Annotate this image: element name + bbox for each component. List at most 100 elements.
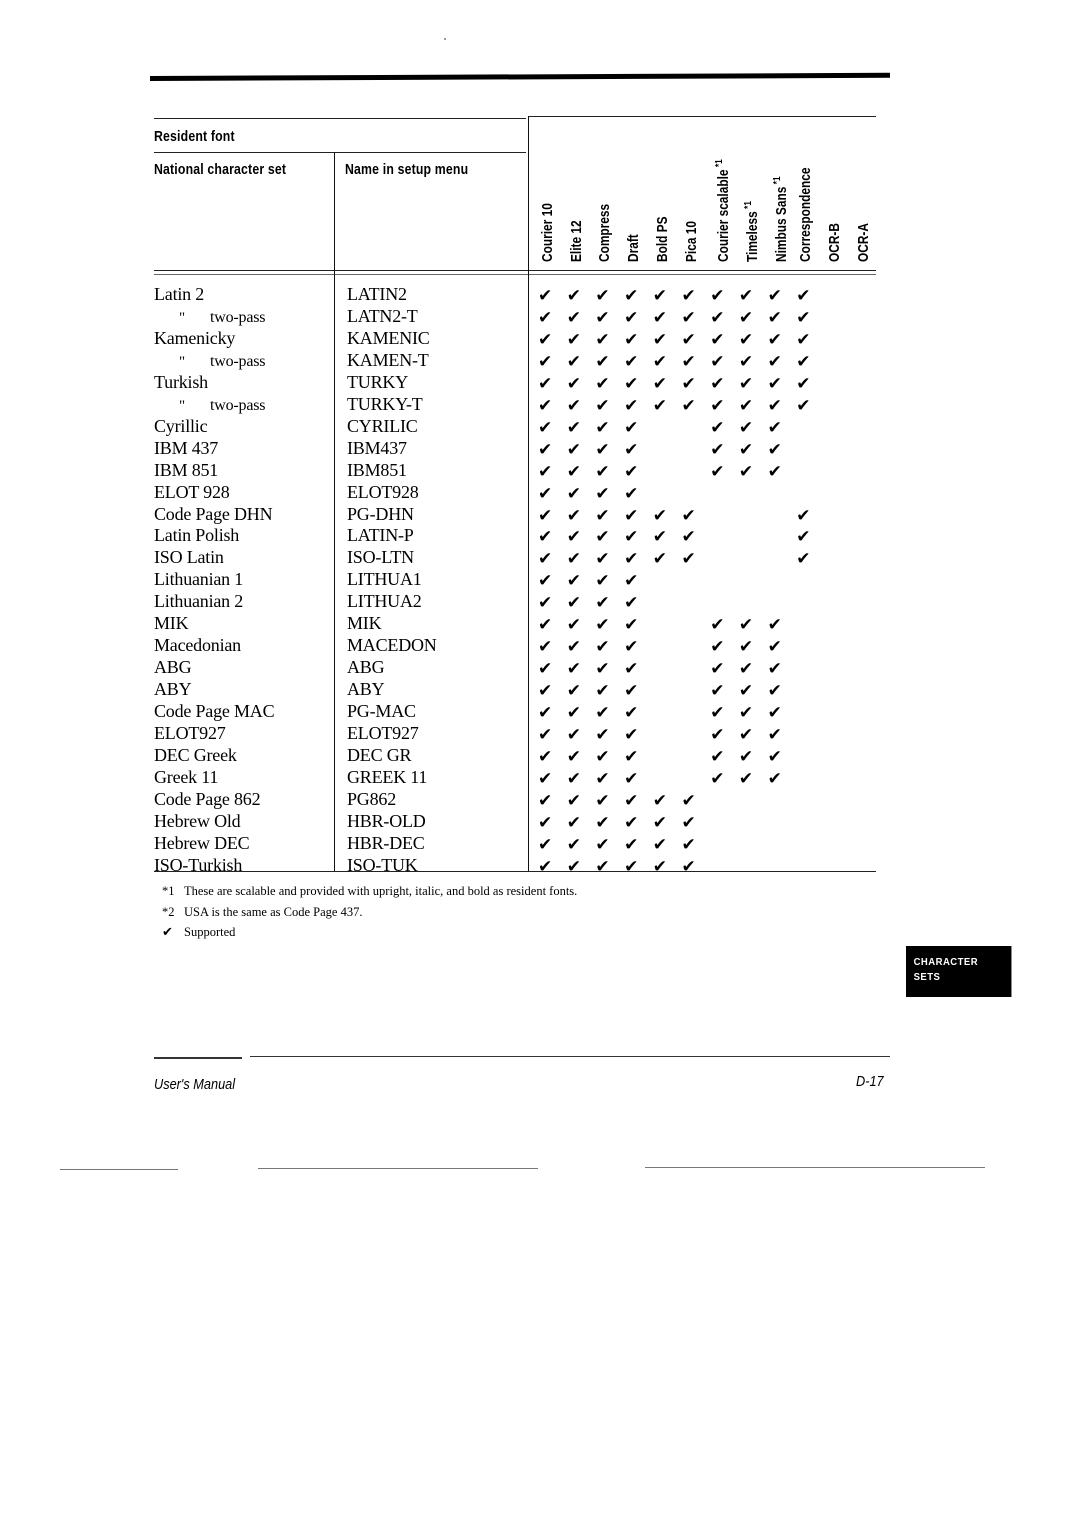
setup-menu-name: ELOT928 bbox=[347, 481, 419, 502]
setup-menu-name: MIK bbox=[347, 613, 382, 634]
supported-check-icon: ✔ bbox=[595, 856, 610, 877]
font-column-header: Courier 10 bbox=[540, 203, 556, 262]
supported-check-icon: ✔ bbox=[738, 395, 754, 416]
supported-check-icon: ✔ bbox=[767, 637, 782, 658]
supported-check-icon: ✔ bbox=[738, 746, 754, 767]
supported-check-icon: ✔ bbox=[624, 505, 639, 526]
font-column-label: Courier 10 bbox=[540, 203, 556, 262]
supported-check-icon: ✔ bbox=[538, 593, 553, 614]
supported-check-icon: ✔ bbox=[681, 351, 696, 372]
footnote-2: *2 USA is the same as Code Page 437. bbox=[162, 905, 362, 920]
supported-check-icon: ✔ bbox=[595, 790, 610, 811]
charset-name: IBM 437 bbox=[154, 437, 219, 458]
supported-check-icon: ✔ bbox=[624, 725, 639, 745]
supported-check-icon: ✔ bbox=[566, 790, 581, 811]
supported-check-icon: ✔ bbox=[767, 461, 782, 482]
charset-name: IBM 851 bbox=[154, 459, 219, 480]
supported-check-icon: ✔ bbox=[652, 527, 668, 548]
font-column-header: OCR-B bbox=[827, 223, 843, 262]
font-column-label: Draft bbox=[626, 234, 643, 262]
supported-check-icon: ✔ bbox=[595, 307, 610, 328]
scan-speck bbox=[444, 38, 446, 40]
supported-check-icon: ✔ bbox=[796, 527, 811, 548]
supported-check-icon: ✔ bbox=[538, 571, 553, 592]
supported-check-icon: ✔ bbox=[652, 351, 668, 372]
supported-check-icon: ✔ bbox=[624, 373, 639, 394]
supported-check-icon: ✔ bbox=[710, 307, 725, 328]
setup-menu-name: DEC GR bbox=[347, 744, 412, 765]
supported-check-icon: ✔ bbox=[738, 351, 754, 372]
setup-menu-name: LITHUA2 bbox=[347, 591, 422, 612]
supported-check-icon: ✔ bbox=[595, 703, 610, 724]
supported-check-icon: ✔ bbox=[538, 483, 553, 504]
setup-menu-name: KAMEN-T bbox=[347, 349, 429, 370]
font-column-header: Compress bbox=[597, 204, 613, 262]
supported-check-icon: ✔ bbox=[566, 483, 581, 504]
supported-check-icon: ✔ bbox=[566, 505, 581, 526]
supported-check-icon: ✔ bbox=[796, 373, 811, 394]
supported-check-icon: ✔ bbox=[566, 329, 581, 350]
setup-menu-name: ISO-LTN bbox=[347, 547, 414, 568]
charset-name: " two-pass bbox=[154, 350, 265, 371]
table-bottom-rule bbox=[154, 871, 876, 872]
charset-name: Turkish bbox=[154, 371, 208, 392]
supported-check-icon: ✔ bbox=[624, 615, 639, 636]
scan-artifact-line bbox=[645, 1167, 985, 1168]
supported-check-icon: ✔ bbox=[767, 373, 782, 394]
supported-check-icon: ✔ bbox=[595, 483, 610, 504]
ditto-mark: " bbox=[179, 309, 185, 326]
supported-check-icon: ✔ bbox=[738, 659, 754, 680]
setup-menu-name: ELOT927 bbox=[347, 723, 419, 743]
supported-check-icon: ✔ bbox=[681, 549, 696, 570]
setup-menu-name: LATIN-P bbox=[347, 525, 414, 546]
font-column-label: OCR-A bbox=[855, 223, 872, 262]
font-column-header: Pica 10 bbox=[684, 221, 700, 262]
supported-check-icon: ✔ bbox=[681, 790, 696, 811]
ditto-mark: " bbox=[179, 353, 185, 370]
supported-check-icon: ✔ bbox=[624, 812, 639, 833]
supported-check-icon: ✔ bbox=[566, 725, 581, 745]
footnote-1-text: These are scalable and provided with upr… bbox=[184, 884, 578, 898]
supported-check-icon: ✔ bbox=[652, 395, 668, 416]
charset-name: Hebrew Old bbox=[154, 810, 241, 831]
supported-check-icon: ✔ bbox=[652, 286, 668, 306]
footnote-legend-text: Supported bbox=[184, 925, 236, 939]
supported-check-icon: ✔ bbox=[595, 615, 610, 636]
supported-check-icon: ✔ bbox=[595, 746, 610, 767]
supported-check-icon: ✔ bbox=[767, 439, 782, 460]
charset-name: ELOT 928 bbox=[154, 481, 230, 502]
supported-check-icon: ✔ bbox=[566, 768, 581, 789]
header-rule-bottom bbox=[154, 270, 876, 271]
supported-check-icon: ✔ bbox=[681, 286, 696, 306]
charset-name: Latin 2 bbox=[154, 284, 205, 304]
charset-variant: two-pass bbox=[210, 352, 266, 370]
supported-check-icon: ✔ bbox=[710, 615, 725, 636]
supported-check-icon: ✔ bbox=[566, 307, 581, 328]
supported-check-icon: ✔ bbox=[538, 549, 553, 570]
supported-check-icon: ✔ bbox=[538, 790, 553, 811]
setup-menu-name: ABY bbox=[347, 679, 385, 700]
supported-check-icon: ✔ bbox=[566, 834, 581, 855]
charset-name: Cyrillic bbox=[154, 415, 208, 436]
font-column-header: Courier scalable*1 bbox=[712, 159, 732, 262]
font-column-label: Correspondence bbox=[798, 167, 815, 262]
supported-check-icon: ✔ bbox=[566, 593, 581, 614]
supported-check-icon: ✔ bbox=[624, 790, 639, 811]
supported-check-icon: ✔ bbox=[796, 549, 811, 570]
font-column-label: Compress bbox=[597, 203, 614, 262]
supported-check-icon: ✔ bbox=[624, 461, 639, 482]
supported-check-icon: ✔ bbox=[767, 286, 782, 306]
setup-menu-name: HBR-DEC bbox=[347, 832, 425, 853]
font-column-header: Draft bbox=[626, 234, 642, 262]
supported-check-icon: ✔ bbox=[652, 834, 668, 855]
charset-name: Lithuanian 1 bbox=[154, 569, 244, 590]
supported-check-icon: ✔ bbox=[538, 417, 553, 438]
header-rule-mid bbox=[154, 152, 526, 153]
footer-page-number: D-17 bbox=[856, 1073, 884, 1090]
charset-name: Macedonian bbox=[154, 635, 241, 656]
supported-check-icon: ✔ bbox=[652, 373, 668, 394]
font-column-header: OCR-A bbox=[856, 223, 872, 262]
supported-check-icon: ✔ bbox=[710, 703, 725, 724]
supported-check-icon: ✔ bbox=[652, 790, 668, 811]
supported-check-icon: ✔ bbox=[566, 417, 581, 438]
